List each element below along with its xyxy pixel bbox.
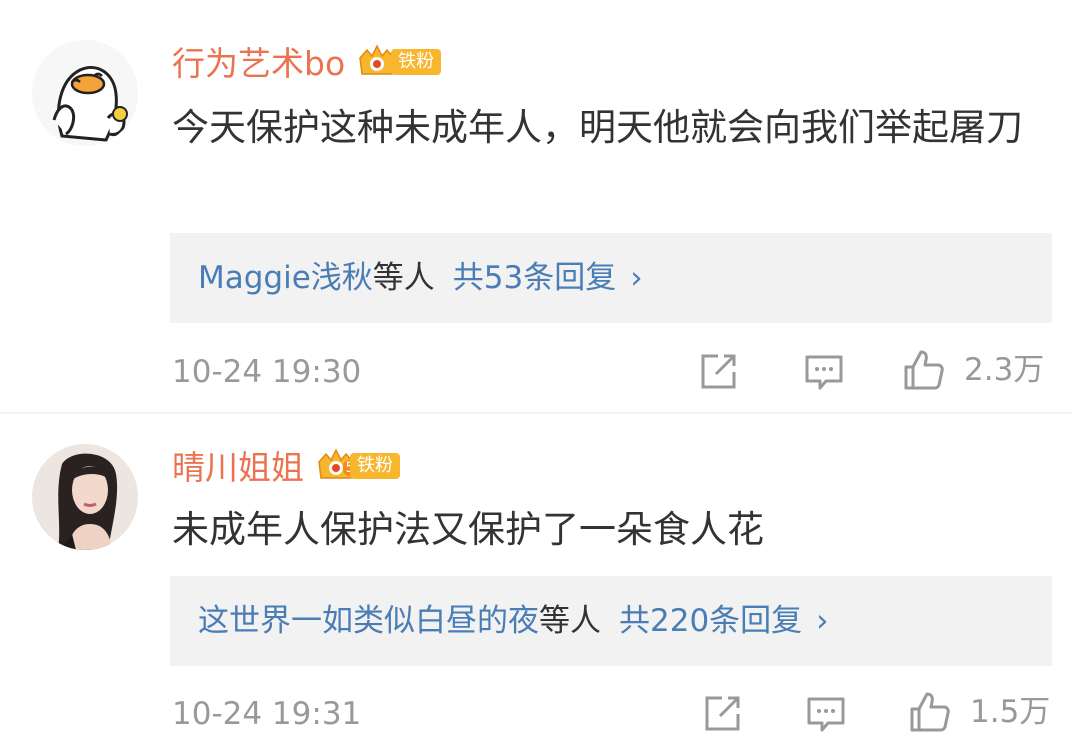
chevron-right-icon: › bbox=[630, 260, 643, 296]
badge-label: 铁粉 bbox=[350, 453, 400, 479]
reply-usernames[interactable]: Maggie浅秋 bbox=[198, 260, 373, 296]
comment-button[interactable] bbox=[802, 350, 846, 394]
reply-count[interactable]: 共53条回复 bbox=[453, 260, 616, 296]
comment-text: 未成年人保护法又保护了一朵食人花 bbox=[172, 508, 764, 551]
like-count: 2.3万 bbox=[964, 352, 1045, 388]
timestamp: 10-24 19:30 bbox=[172, 354, 362, 390]
reply-preview[interactable]: Maggie浅秋等人 共53条回复 › bbox=[170, 233, 1052, 323]
thumbs-up-icon bbox=[910, 692, 950, 732]
share-button[interactable] bbox=[700, 692, 744, 736]
share-icon bbox=[701, 354, 736, 389]
timestamp: 10-24 19:31 bbox=[172, 696, 362, 732]
badge-label: 铁粉 bbox=[391, 49, 442, 75]
comment-text: 今天保护这种未成年人，明天他就会向我们举起屠刀 bbox=[172, 106, 1023, 149]
comment-icon bbox=[805, 355, 843, 390]
reply-etc: 等人 bbox=[372, 260, 435, 296]
like-button[interactable]: 2.3万 bbox=[902, 348, 1052, 392]
divider bbox=[0, 412, 1072, 414]
reply-etc: 等人 bbox=[539, 603, 601, 639]
fan-badge[interactable]: 5 铁粉 bbox=[316, 446, 408, 486]
fan-badge[interactable]: 铁粉 bbox=[357, 42, 449, 82]
comment-icon bbox=[807, 697, 845, 732]
reply-usernames[interactable]: 这世界一如类似白昼的夜 bbox=[198, 603, 539, 639]
share-icon bbox=[705, 696, 740, 731]
reply-count[interactable]: 共220条回复 bbox=[619, 603, 802, 639]
avatar[interactable] bbox=[32, 444, 138, 550]
username[interactable]: 行为艺术bo bbox=[172, 44, 345, 84]
share-button[interactable] bbox=[696, 350, 740, 394]
comment-button[interactable] bbox=[804, 692, 848, 736]
avatar[interactable] bbox=[32, 40, 138, 146]
like-count: 1.5万 bbox=[970, 694, 1051, 730]
thumbs-up-icon bbox=[904, 350, 944, 390]
chevron-right-icon: › bbox=[816, 603, 829, 639]
reply-preview[interactable]: 这世界一如类似白昼的夜等人 共220条回复 › bbox=[170, 576, 1052, 666]
duck-avatar-image bbox=[32, 40, 138, 146]
username[interactable]: 晴川姐姐 bbox=[172, 448, 304, 488]
woman-avatar-image bbox=[32, 444, 138, 550]
like-button[interactable]: 1.5万 bbox=[908, 690, 1058, 734]
